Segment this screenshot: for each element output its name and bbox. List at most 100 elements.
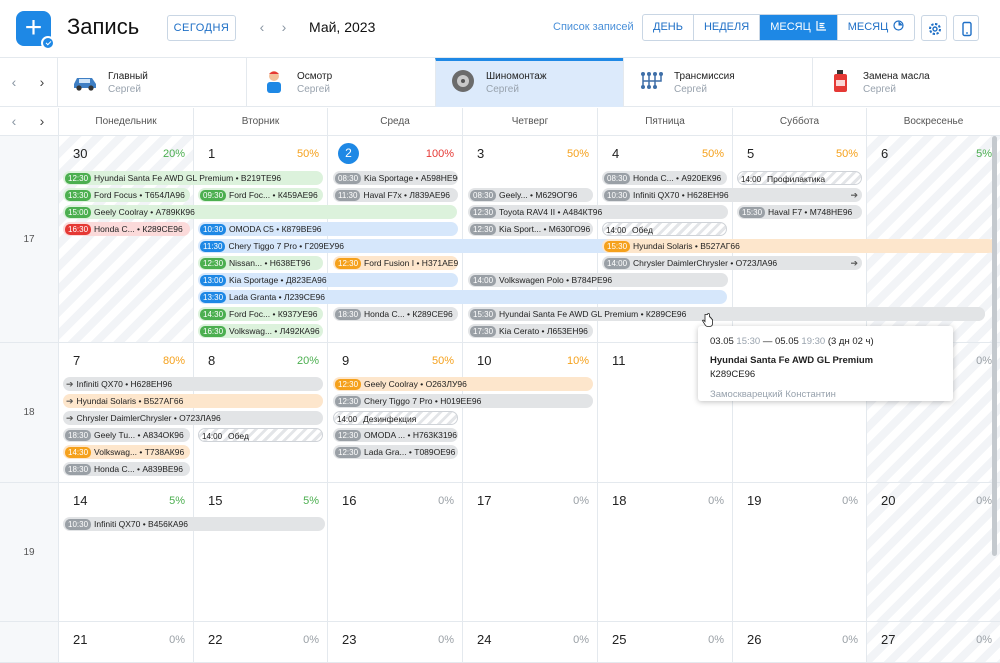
appointment-time: 08:30 xyxy=(335,172,362,184)
resource-prev-icon[interactable]: ‹ xyxy=(0,58,28,107)
month-label: Май, 2023 xyxy=(309,19,376,35)
day-number: 1 xyxy=(208,146,216,161)
appointment-time: 08:30 xyxy=(604,172,631,184)
appointment-chip[interactable]: ➔ Hyundai Solaris • В527АГ66 xyxy=(63,394,323,408)
appointment-chip[interactable]: 14:00 Chrysler DaimlerChrysler • О723ЛА96… xyxy=(602,256,862,270)
appointment-chip[interactable]: ➔ Infiniti QX70 • Н628ЕН96 xyxy=(63,377,323,391)
appointment-time: 14:00 xyxy=(606,225,627,235)
appointment-chip[interactable]: 12:30 Lada Gra... • Т089ОЕ96 xyxy=(333,445,458,459)
resource-next-icon[interactable]: › xyxy=(28,58,56,107)
view-month-list-button[interactable]: МЕСЯЦ xyxy=(760,15,838,40)
appointment-chip[interactable]: 12:30 OMODA ... • Н763К3196 xyxy=(333,428,458,442)
day-cell[interactable]: 18 0% xyxy=(597,483,732,622)
day-cell[interactable]: 14 5% xyxy=(58,483,193,622)
day-cell[interactable]: 25 0% xyxy=(597,622,732,663)
weekday-thu: Четверг xyxy=(462,108,597,135)
appointment-chip[interactable]: 16:30 Volkswag... • Л492КА96 xyxy=(198,324,323,338)
vertical-scrollbar[interactable] xyxy=(992,136,997,556)
appointment-chip[interactable]: 18:30 Honda C... • К289СЕ96 xyxy=(333,307,458,321)
day-cell[interactable]: 10 10% xyxy=(462,343,597,483)
appointment-chip[interactable]: 09:30 Ford Foc... • К459АЕ96 xyxy=(198,188,323,202)
appointment-chip[interactable]: 12:30 Hyundai Santa Fe AWD GL Premium • В… xyxy=(63,171,323,185)
day-number: 3 xyxy=(477,146,485,161)
appointment-chip[interactable]: 12:30 Toyota RAV4 II • А484КТ96 xyxy=(468,205,728,219)
day-number: 15 xyxy=(208,493,223,508)
records-list-link[interactable]: Список записей xyxy=(553,21,634,33)
load-percent: 0% xyxy=(842,495,858,507)
day-cell[interactable]: 20 0% xyxy=(866,483,1000,622)
day-cell[interactable]: 19 0% xyxy=(732,483,866,622)
blocked-slot[interactable]: 14:00 Обед xyxy=(602,222,727,236)
appointment-chip[interactable]: 14:00 Volkswagen Polo • В784РЕ96 xyxy=(468,273,728,287)
next-month-icon[interactable]: › xyxy=(276,16,292,38)
appointment-chip[interactable]: 08:30 Geely... • М629ОГ96 xyxy=(468,188,593,202)
day-cell[interactable]: 16 0% xyxy=(327,483,462,622)
day-cell[interactable]: 27 0% xyxy=(866,622,1000,663)
appointment-chip[interactable]: 13:30 Lada Granta • Л239СЕ96 xyxy=(198,290,727,304)
check-badge-icon xyxy=(41,36,55,50)
appointment-text: Обед xyxy=(632,225,653,235)
appointment-chip[interactable]: 15:30 Haval F7 • М748НЕ96 xyxy=(737,205,862,219)
day-cell[interactable]: 26 0% xyxy=(732,622,866,663)
add-record-button[interactable]: + xyxy=(16,11,55,50)
view-month-chart-button[interactable]: МЕСЯЦ xyxy=(838,15,915,40)
appointment-chip[interactable]: 10:30 OMODA C5 • К879ВЕ96 xyxy=(198,222,458,236)
appointment-chip[interactable]: 18:30 Honda C... • А839ВЕ96 xyxy=(63,462,190,476)
appointment-chip[interactable]: 12:30 Kia Sport... • М630ГО96 xyxy=(468,222,593,236)
today-button[interactable]: СЕГОДНЯ xyxy=(167,15,236,41)
mobile-button[interactable] xyxy=(953,15,979,41)
load-percent: 5% xyxy=(976,148,992,160)
resource-tire-service[interactable]: Шиномонтаж Сергей xyxy=(435,58,624,107)
day-cell[interactable]: 15 5% xyxy=(193,483,327,622)
appointment-chip[interactable]: 10:30 Infiniti QX70 • В456КА96 xyxy=(63,517,325,531)
appointment-chip[interactable]: 13:00 Kia Sportage • Д823ЕА96 xyxy=(198,273,458,287)
day-cell[interactable]: 17 0% xyxy=(462,483,597,622)
day-cell[interactable]: 23 0% xyxy=(327,622,462,663)
view-switcher: ДЕНЬ НЕДЕЛЯ МЕСЯЦ МЕСЯЦ xyxy=(642,14,916,41)
appointment-chip[interactable]: 12:30 Ford Fusion I • Н371АЕ96 xyxy=(333,256,458,270)
appointment-text: Honda C... • К289СЕ96 xyxy=(94,224,183,234)
view-week-button[interactable]: НЕДЕЛЯ xyxy=(694,15,761,40)
appointment-chip[interactable]: 08:30 Honda C... • А920ЕК96 xyxy=(602,171,727,185)
appointment-chip[interactable]: 14:30 Ford Foc... • К937УЕ96 xyxy=(198,307,323,321)
appointment-chip[interactable]: 14:30 Volkswag... • Т738АК96 xyxy=(63,445,190,459)
load-percent: 5% xyxy=(169,495,185,507)
appointment-text: Honda C... • К289СЕ96 xyxy=(364,309,453,319)
day-cell[interactable]: 22 0% xyxy=(193,622,327,663)
resource-osmotr[interactable]: Осмотр Сергей xyxy=(246,58,435,107)
resource-transmission[interactable]: Трансмиссия Сергей xyxy=(623,58,812,107)
day-number: 7 xyxy=(73,353,81,368)
appointment-chip[interactable]: 12:30 Geely Coolray • О263ЛУ96 xyxy=(333,377,593,391)
appointment-text: Hyundai Santa Fe AWD GL Premium • В219ТЕ… xyxy=(94,173,282,183)
blocked-slot[interactable]: 14:00 Обед xyxy=(198,428,323,442)
day-cell[interactable]: 21 0% xyxy=(58,622,193,663)
blocked-slot[interactable]: 14:00 Профилактика xyxy=(737,171,862,185)
event-tooltip: 03.05 15:30 — 05.05 19:30 (3 дн 02 ч) Hy… xyxy=(698,326,953,401)
settings-button[interactable] xyxy=(921,15,947,41)
appointment-chip[interactable]: 12:30 Chery Tiggo 7 Pro • Н019ЕЕ96 xyxy=(333,394,593,408)
day-cell[interactable]: 24 0% xyxy=(462,622,597,663)
appointment-chip[interactable]: 15:30 Hyundai Solaris • В527АГ66 xyxy=(602,239,995,253)
load-percent: 80% xyxy=(162,355,185,367)
mechanic-icon xyxy=(267,71,281,93)
appointment-chip[interactable]: 17:30 Kia Cerato • Л653ЕН96 xyxy=(468,324,593,338)
appointment-chip[interactable]: 16:30 Honda C... • К289СЕ96 xyxy=(63,222,190,236)
prev-month-icon[interactable]: ‹ xyxy=(254,16,270,38)
resource-oil-change[interactable]: Замена масла Сергей xyxy=(812,58,1000,107)
view-day-button[interactable]: ДЕНЬ xyxy=(643,15,694,40)
appointment-chip[interactable]: 18:30 Geely Tu... • А834ОК96 xyxy=(63,428,190,442)
blocked-slot[interactable]: 14:00 Дезинфекция xyxy=(333,411,458,425)
week-next-icon[interactable]: › xyxy=(28,108,56,135)
appointment-text: Volkswag... • Т738АК96 xyxy=(94,447,185,457)
appointment-chip[interactable]: 11:30 Haval F7x • Л839АЕ96 xyxy=(333,188,458,202)
appointment-chip[interactable]: 13:30 Ford Focus • Т654ЛА96 xyxy=(63,188,190,202)
day-cell[interactable]: 30 20% xyxy=(58,136,193,343)
appointment-chip[interactable]: 10:30 Infiniti QX70 • Н628ЕН96 ➔ xyxy=(602,188,862,202)
week-prev-icon[interactable]: ‹ xyxy=(0,108,28,135)
appointment-chip[interactable]: ➔ Chrysler DaimlerChrysler • О723ЛА96 xyxy=(63,411,323,425)
appointment-chip[interactable]: 15:00 Geely Coolray • А789КК96 xyxy=(63,205,457,219)
appointment-chip[interactable]: 08:30 Kia Sportage • А598НЕ96 xyxy=(333,171,458,185)
appointment-chip[interactable]: 12:30 Nissan... • Н638ЕТ96 xyxy=(198,256,323,270)
resource-glavny[interactable]: Главный Сергей xyxy=(57,58,246,107)
appointment-span-tail[interactable] xyxy=(700,307,985,321)
